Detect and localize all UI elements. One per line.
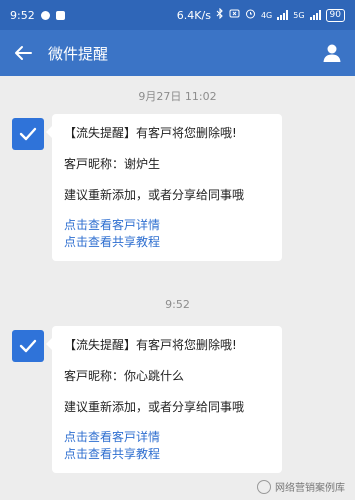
customer-details-link[interactable]: 点击查看客戸详情 (64, 217, 270, 234)
back-button[interactable] (10, 40, 36, 66)
message-timestamp: 9:52 (165, 298, 190, 311)
message-suggestion: 建议重新添加，或者分享给同事哦 (64, 188, 245, 202)
watermark: 网络营销案例库 (257, 479, 345, 494)
message-headline: 【流失提醒】有客戸将您删除哦! (64, 126, 237, 140)
wechat-logo-icon (257, 479, 271, 494)
network-speed: 6.4K/s (176, 8, 211, 22)
sender-avatar[interactable] (12, 118, 44, 150)
battery-indicator: 90 (325, 8, 345, 22)
message-nickname: 客戸昵称：你心跳什么 (64, 369, 185, 383)
watermark-text: 网络营销案例库 (275, 483, 345, 494)
check-icon (19, 127, 37, 141)
message-bubble: 【流失提醒】有客戸将您删除哦! 客戸昵称：谢炉生 建议重新添加，或者分享给同事哦… (46, 114, 282, 261)
message-bubble: 【流失提醒】有客戸将您删除哦! 客戸昵称：你心跳什么 建议重新添加，或者分享给同… (46, 326, 282, 473)
message-nickname: 客戸昵称：谢炉生 (64, 157, 161, 171)
person-icon (323, 44, 341, 62)
network-label-2: 5G (293, 10, 305, 20)
signal-icon-1 (277, 10, 289, 20)
alarm-icon (245, 8, 256, 22)
share-tutorial-link[interactable]: 点击查看共享教程 (64, 234, 270, 251)
network-label-1: 4G (260, 10, 273, 20)
bluetooth-icon (216, 7, 224, 22)
back-arrow-icon (15, 46, 32, 60)
message-timestamp: 9月27日 11:02 (138, 90, 217, 103)
signal-icon-2 (309, 10, 321, 20)
message-suggestion: 建议重新添加，或者分享给同事哦 (64, 400, 245, 414)
silent-icon (229, 8, 240, 22)
status-bar: 9:52 6.4K/s 4G 5G 90 (0, 0, 355, 30)
customer-details-link[interactable]: 点击查看客戸详情 (64, 429, 270, 446)
check-icon (19, 339, 37, 353)
status-time: 9:52 (10, 8, 35, 22)
message-headline: 【流失提醒】有客戸将您删除哦! (64, 338, 237, 352)
notification-icon (40, 10, 50, 20)
sender-avatar[interactable] (12, 330, 44, 362)
app-bar: 微件提醒 (0, 30, 355, 76)
share-tutorial-link[interactable]: 点击查看共享教程 (64, 446, 270, 463)
page-title: 微件提醒 (48, 44, 109, 63)
profile-button[interactable] (319, 40, 345, 66)
app-notification-icon (55, 10, 65, 20)
